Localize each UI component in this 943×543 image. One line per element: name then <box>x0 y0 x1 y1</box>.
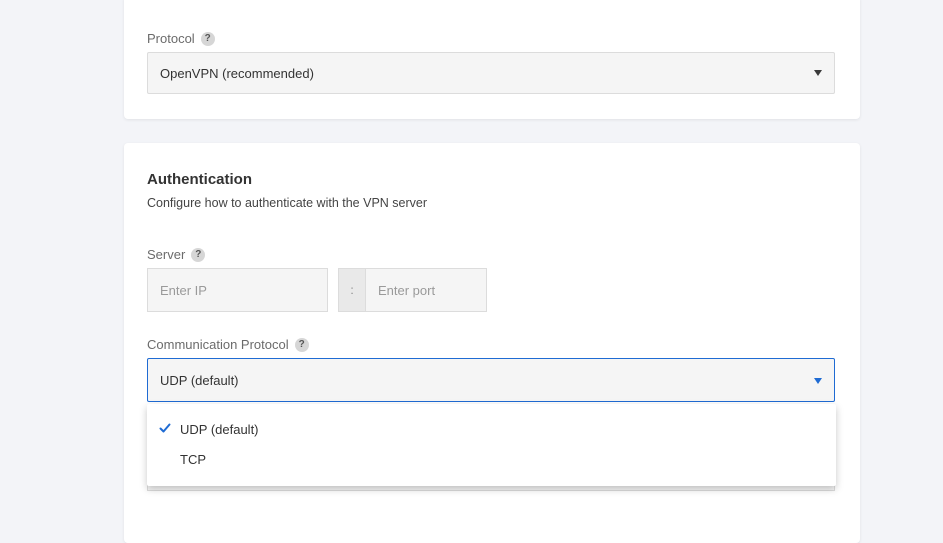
server-ip-input[interactable]: Enter IP <box>147 268 328 312</box>
protocol-selected-value: OpenVPN (recommended) <box>160 65 314 81</box>
option-tcp[interactable]: TCP <box>147 444 836 474</box>
ip-port-separator: : <box>338 268 366 312</box>
server-port-input[interactable]: Enter port <box>365 268 487 312</box>
protocol-label-row: Protocol ? <box>147 31 215 46</box>
server-ip-placeholder: Enter IP <box>160 282 207 298</box>
communication-protocol-label-row: Communication Protocol ? <box>147 337 309 352</box>
server-port-placeholder: Enter port <box>378 282 436 298</box>
vpn-protocol-card: Protocol ? OpenVPN (recommended) <box>124 0 860 119</box>
option-label: TCP <box>180 451 206 467</box>
protocol-label: Protocol <box>147 31 195 46</box>
protocol-select[interactable]: OpenVPN (recommended) <box>147 52 835 94</box>
option-udp[interactable]: UDP (default) <box>147 414 836 444</box>
option-label: UDP (default) <box>180 421 259 437</box>
communication-protocol-menu: UDP (default) TCP <box>147 404 836 486</box>
help-icon[interactable]: ? <box>200 31 215 46</box>
caret-down-icon <box>814 378 822 384</box>
communication-protocol-label: Communication Protocol <box>147 337 289 352</box>
help-icon[interactable]: ? <box>191 247 206 262</box>
communication-protocol-select[interactable]: UDP (default) <box>147 358 835 402</box>
caret-down-icon <box>814 70 822 76</box>
section-description: Configure how to authenticate with the V… <box>147 196 428 210</box>
server-label-row: Server ? <box>147 247 206 262</box>
communication-protocol-selected-value: UDP (default) <box>160 372 239 388</box>
checkmark-icon <box>159 423 171 433</box>
section-title: Authentication <box>147 171 252 188</box>
help-icon[interactable]: ? <box>294 337 309 352</box>
server-label: Server <box>147 247 186 262</box>
